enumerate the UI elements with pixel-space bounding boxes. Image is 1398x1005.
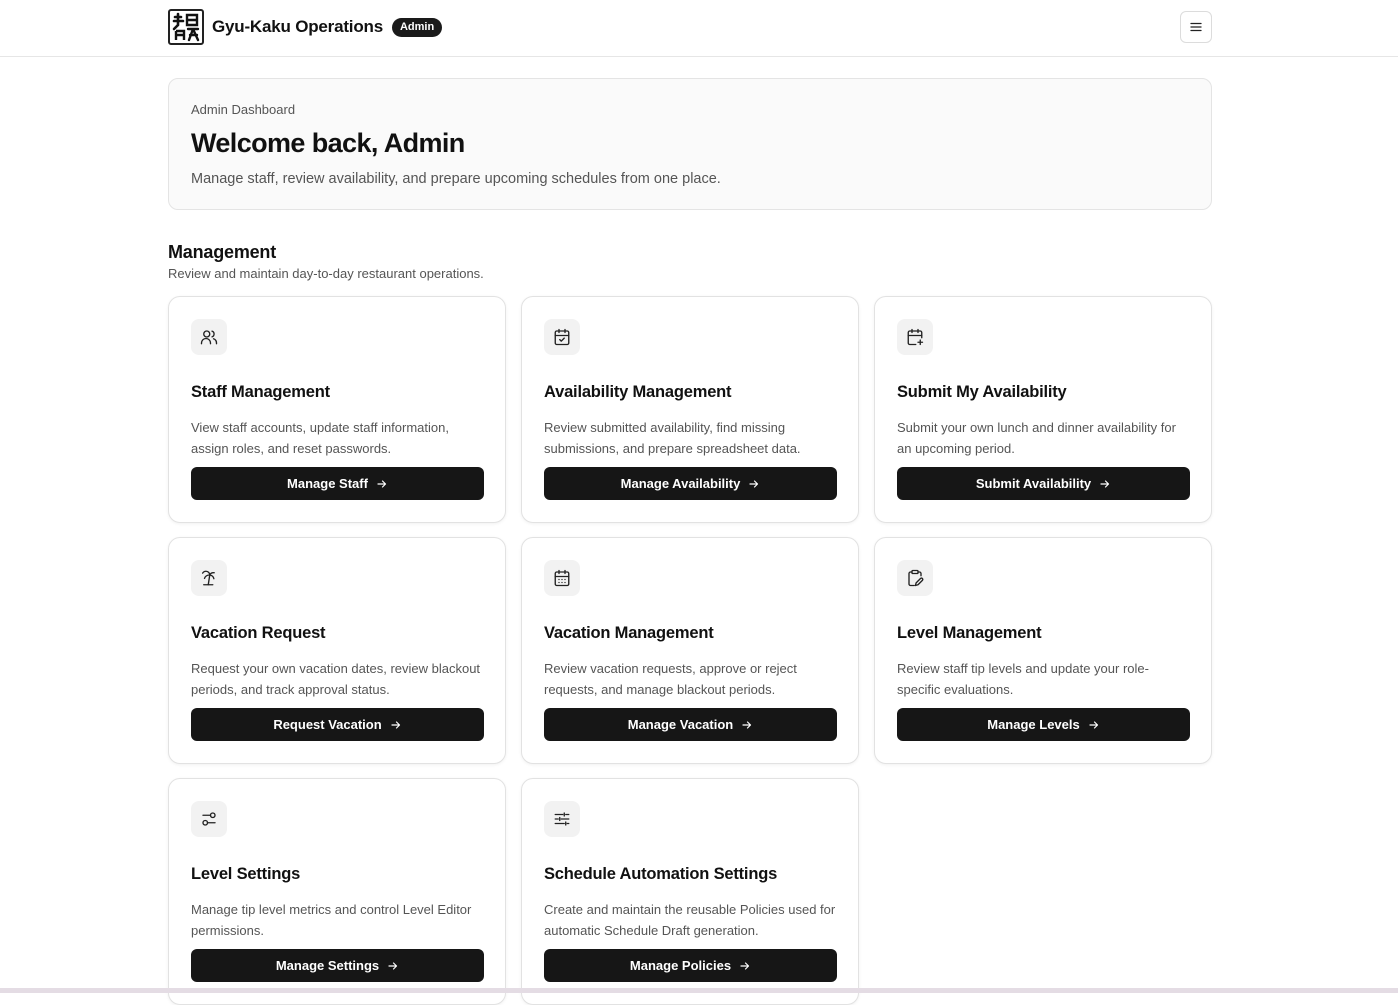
top-bar: Gyu-Kaku Operations Admin	[0, 0, 1398, 57]
card-title: Vacation Management	[544, 624, 714, 642]
card-title: Availability Management	[544, 383, 732, 401]
arrow-right-icon	[1088, 719, 1100, 731]
welcome-heading: Welcome back, Admin	[191, 128, 465, 158]
calendar-check-icon	[554, 328, 570, 346]
manage-staff-button[interactable]: Manage Staff	[191, 467, 484, 500]
manage-settings-button[interactable]: Manage Settings	[191, 949, 484, 982]
app-title: Gyu-Kaku Operations	[212, 17, 383, 36]
card-icon-box	[544, 801, 580, 837]
clipboard-edit-icon	[908, 569, 924, 587]
card-schedule-automation-settings: Schedule Automation Settings Create and …	[521, 778, 859, 1005]
manage-vacation-button[interactable]: Manage Vacation	[544, 708, 837, 741]
menu-button[interactable]	[1180, 11, 1212, 43]
card-description: Review staff tip levels and update your …	[897, 661, 1149, 697]
brand[interactable]: Gyu-Kaku Operations Admin	[168, 9, 443, 45]
hamburger-menu-icon	[1190, 22, 1202, 32]
card-title: Staff Management	[191, 383, 330, 401]
arrow-right-icon	[390, 719, 402, 731]
calendar-plus-icon	[907, 328, 924, 346]
role-badge: Admin	[391, 17, 443, 37]
button-label: Manage Availability	[620, 476, 741, 491]
card-icon-box	[897, 319, 933, 355]
card-submit-availability: Submit My Availability Submit your own l…	[874, 296, 1212, 523]
calendar-days-icon	[554, 569, 570, 587]
card-description: Review submitted availability, find miss…	[544, 420, 801, 456]
card-description: Review vacation requests, approve or rej…	[544, 661, 797, 697]
card-title: Schedule Automation Settings	[544, 865, 778, 883]
card-icon-box	[191, 560, 227, 596]
button-label: Submit Availability	[975, 476, 1092, 491]
card-icon-box	[544, 319, 580, 355]
card-title: Level Management	[897, 624, 1042, 642]
card-staff-management: Staff Management View staff accounts, up…	[168, 296, 506, 523]
manage-availability-button[interactable]: Manage Availability	[544, 467, 837, 500]
dashboard-eyebrow: Admin Dashboard	[191, 102, 296, 117]
window-bottom-edge	[0, 988, 1398, 993]
card-title: Level Settings	[191, 865, 301, 883]
card-vacation-request: Vacation Request Request your own vacati…	[168, 537, 506, 764]
management-section-header: Management Review and maintain day-to-da…	[168, 242, 484, 281]
section-title: Management	[168, 242, 277, 262]
card-description: View staff accounts, update staff inform…	[191, 420, 449, 456]
manage-policies-button[interactable]: Manage Policies	[544, 949, 837, 982]
card-icon-box	[897, 560, 933, 596]
arrow-right-icon	[1099, 478, 1111, 490]
card-icon-box	[544, 560, 580, 596]
card-title: Submit My Availability	[897, 383, 1067, 401]
button-label: Manage Policies	[629, 958, 732, 973]
card-icon-box	[191, 801, 227, 837]
welcome-panel: Admin Dashboard Welcome back, Admin Mana…	[168, 78, 1212, 210]
section-subtitle: Review and maintain day-to-day restauran…	[168, 266, 484, 281]
palm-tree-icon	[201, 570, 215, 586]
arrow-right-icon	[748, 478, 760, 490]
users-icon	[200, 330, 218, 345]
card-description: Submit your own lunch and dinner availab…	[897, 420, 1176, 456]
card-vacation-management: Vacation Management Review vacation requ…	[521, 537, 859, 764]
card-description: Manage tip level metrics and control Lev…	[191, 902, 472, 938]
arrow-right-icon	[376, 478, 388, 490]
button-label: Manage Staff	[287, 476, 368, 491]
button-label: Manage Settings	[275, 958, 380, 973]
settings-toggles-icon	[202, 812, 216, 826]
logo	[168, 9, 204, 45]
sliders-icon	[554, 812, 570, 826]
arrow-right-icon	[739, 960, 751, 972]
card-availability-management: Availability Management Review submitted…	[521, 296, 859, 523]
card-description: Create and maintain the reusable Policie…	[544, 902, 836, 938]
request-vacation-button[interactable]: Request Vacation	[191, 708, 484, 741]
button-label: Manage Levels	[987, 717, 1080, 732]
manage-levels-button[interactable]: Manage Levels	[897, 708, 1190, 741]
button-label: Request Vacation	[273, 717, 382, 732]
card-icon-box	[191, 319, 227, 355]
card-title: Vacation Request	[191, 624, 326, 642]
card-level-management: Level Management Review staff tip levels…	[874, 537, 1212, 764]
welcome-subtext: Manage staff, review availability, and p…	[191, 171, 721, 187]
submit-availability-button[interactable]: Submit Availability	[897, 467, 1190, 500]
arrow-right-icon	[387, 960, 399, 972]
arrow-right-icon	[741, 719, 753, 731]
button-label: Manage Vacation	[627, 717, 734, 732]
card-description: Request your own vacation dates, review …	[191, 661, 481, 697]
card-level-settings: Level Settings Manage tip level metrics …	[168, 778, 506, 1005]
